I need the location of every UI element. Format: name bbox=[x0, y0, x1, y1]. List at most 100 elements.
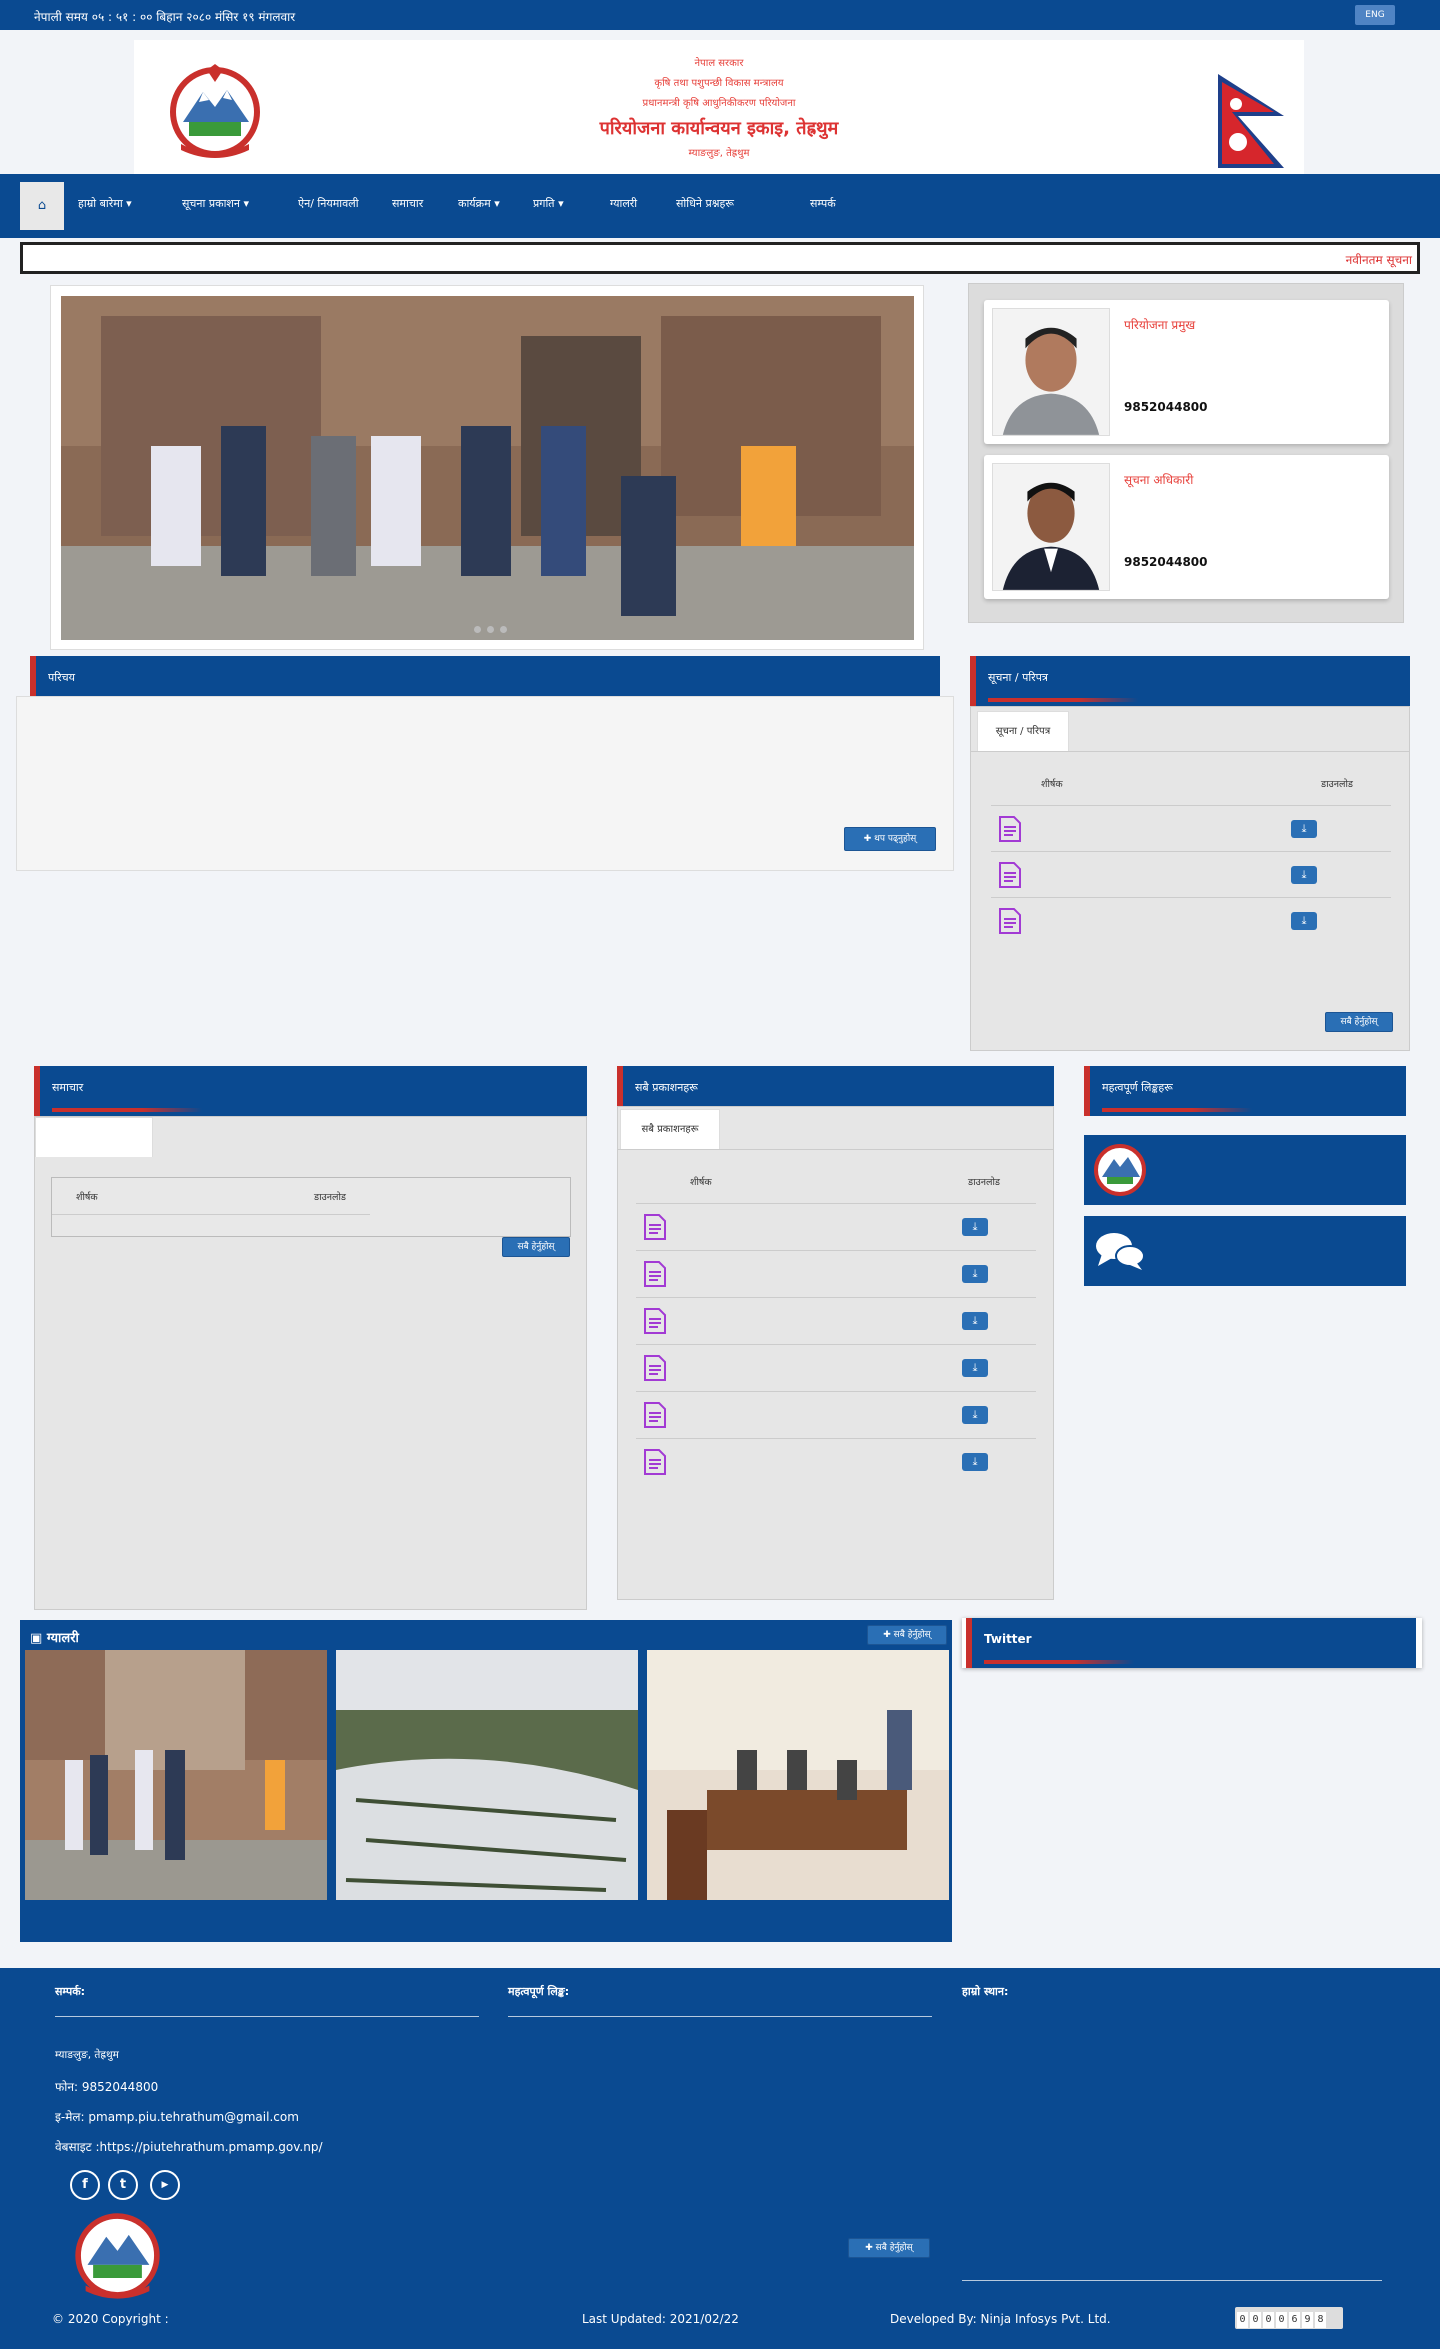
gallery-photo[interactable] bbox=[25, 1650, 327, 1900]
news-tab[interactable] bbox=[35, 1117, 153, 1157]
download-button[interactable]: ⤓ bbox=[962, 1265, 988, 1283]
news-panel: शीर्षक डाउनलोड सबै हेर्नुहोस् bbox=[34, 1116, 587, 1610]
home-icon: ⌂ bbox=[37, 198, 47, 213]
tab-publications[interactable]: सबै प्रकाशनहरू bbox=[620, 1109, 720, 1149]
news-ticker: नवीनतम सूचना bbox=[20, 242, 1420, 274]
download-button[interactable]: ⤓ bbox=[962, 1453, 988, 1471]
heading-underline bbox=[988, 698, 1138, 702]
link-card[interactable] bbox=[1084, 1216, 1406, 1286]
nav-news[interactable]: समाचार bbox=[392, 196, 423, 211]
notice-view-all-button[interactable]: सबै हेर्नुहोस् bbox=[1325, 1012, 1393, 1032]
table-row: ⤓ bbox=[636, 1203, 1036, 1249]
about-heading: परिचय bbox=[30, 656, 940, 696]
news-view-all-button[interactable]: सबै हेर्नुहोस् bbox=[502, 1237, 570, 1257]
facebook-icon[interactable]: f bbox=[70, 2170, 100, 2200]
table-row: ⤓ bbox=[636, 1344, 1036, 1390]
nav-programs[interactable]: कार्यक्रम ▾ bbox=[458, 196, 500, 211]
twitter-heading: Twitter bbox=[966, 1618, 1416, 1668]
language-toggle-button[interactable]: ENG bbox=[1355, 5, 1395, 25]
document-icon bbox=[644, 1402, 666, 1428]
publications-table: ⤓ ⤓ ⤓ ⤓ ⤓ ⤓ bbox=[636, 1203, 1036, 1493]
footer-phone: फोन: 9852044800 bbox=[55, 2080, 159, 2094]
table-row: ⤓ bbox=[636, 1438, 1036, 1484]
footer-divider bbox=[962, 2280, 1382, 2281]
footer-address: म्याङलुङ, तेह्रथुम bbox=[55, 2049, 119, 2061]
gallery-photo[interactable] bbox=[647, 1650, 949, 1900]
download-button[interactable]: ⤓ bbox=[1291, 866, 1317, 884]
download-button[interactable]: ⤓ bbox=[962, 1359, 988, 1377]
home-button[interactable]: ⌂ bbox=[20, 182, 64, 230]
gallery-photo[interactable] bbox=[336, 1650, 638, 1900]
notice-table: ⤓ ⤓ ⤓ bbox=[991, 805, 1391, 945]
notice-heading-text: सूचना / परिपत्र bbox=[988, 671, 1048, 684]
gallery-heading: ▣ ग्यालरी bbox=[30, 1631, 79, 1646]
official-role: परियोजना प्रमुख bbox=[1124, 318, 1196, 332]
links-heading: महत्वपूर्ण लिङ्कहरू bbox=[1084, 1066, 1406, 1116]
youtube-icon[interactable]: ▶ bbox=[150, 2170, 180, 2200]
nav-progress[interactable]: प्रगति ▾ bbox=[533, 196, 564, 211]
tab-divider bbox=[971, 751, 1409, 752]
official-role: सूचना अधिकारी bbox=[1124, 473, 1194, 487]
nav-info[interactable]: सूचना प्रकाशन ▾ bbox=[182, 196, 249, 211]
header-text: नेपाल सरकार कृषि तथा पशुपन्छी विकास मन्त… bbox=[134, 54, 1304, 164]
table-row: ⤓ bbox=[991, 897, 1391, 943]
about-section: ✚ थप पढ्नुहोस् bbox=[16, 696, 954, 871]
download-button[interactable]: ⤓ bbox=[962, 1406, 988, 1424]
gallery-view-all-button[interactable]: ✚ सबै हेर्नुहोस् bbox=[867, 1625, 947, 1645]
slider-dot[interactable] bbox=[487, 626, 494, 633]
official-phone: 9852044800 bbox=[1124, 555, 1208, 569]
links-heading-text: महत्वपूर्ण लिङ्कहरू bbox=[1102, 1081, 1173, 1094]
nav-contact[interactable]: सम्पर्क bbox=[810, 196, 836, 211]
download-button[interactable]: ⤓ bbox=[1291, 912, 1317, 930]
document-icon bbox=[644, 1308, 666, 1334]
ticker-text[interactable]: नवीनतम सूचना bbox=[1346, 251, 1412, 268]
counter-digit: 9 bbox=[1302, 2312, 1313, 2328]
slider-photo[interactable] bbox=[61, 296, 914, 640]
nav-faq[interactable]: सोधिने प्रश्नहरू bbox=[676, 196, 734, 211]
footer-email[interactable]: इ-मेल: pmamp.piu.tehrathum@gmail.com bbox=[55, 2108, 299, 2125]
footer-map-heading: हाम्रो स्थान: bbox=[962, 1985, 1009, 1998]
table-divider bbox=[52, 1214, 370, 1215]
site-header: नेपाल सरकार कृषि तथा पशुपन्छी विकास मन्त… bbox=[134, 40, 1304, 174]
slider-dots bbox=[471, 618, 510, 637]
header-line-3: प्रधानमन्त्री कृषि आधुनिकीकरण परियोजना bbox=[642, 98, 796, 109]
news-table: शीर्षक डाउनलोड bbox=[51, 1177, 571, 1237]
official-card: परियोजना प्रमुख 9852044800 bbox=[984, 300, 1389, 444]
table-row: ⤓ bbox=[991, 851, 1391, 897]
tab-notice[interactable]: सूचना / परिपत्र bbox=[977, 711, 1069, 751]
official-photo bbox=[992, 463, 1110, 591]
footer-developer[interactable]: Developed By: Ninja Infosys Pvt. Ltd. bbox=[890, 2312, 1111, 2326]
nav-about[interactable]: हाम्रो बारेमा ▾ bbox=[78, 196, 132, 211]
slider-dot[interactable] bbox=[474, 626, 481, 633]
table-row: ⤓ bbox=[636, 1297, 1036, 1343]
officials-panel: परियोजना प्रमुख 9852044800 सूचना अधिकारी… bbox=[968, 283, 1404, 623]
nav-acts[interactable]: ऐन/ नियमावली bbox=[298, 196, 359, 211]
publications-panel: सबै प्रकाशनहरू शीर्षक डाउनलोड ⤓ ⤓ ⤓ ⤓ ⤓ bbox=[617, 1106, 1054, 1600]
col-title: शीर्षक bbox=[1041, 779, 1063, 790]
footer-emblem-icon bbox=[75, 2213, 160, 2299]
about-readmore-button[interactable]: ✚ थप पढ्नुहोस् bbox=[844, 827, 936, 851]
counter-digit: 8 bbox=[1315, 2312, 1326, 2328]
col-download: डाउनलोड bbox=[314, 1192, 347, 1203]
nav-gallery[interactable]: ग्यालरी bbox=[610, 196, 637, 211]
link-card[interactable] bbox=[1084, 1135, 1406, 1205]
slider-dot[interactable] bbox=[500, 626, 507, 633]
footer-links-heading: महत्वपूर्ण लिङ्क: bbox=[508, 1985, 570, 1998]
header-line-2: कृषि तथा पशुपन्छी विकास मन्त्रालय bbox=[654, 78, 784, 89]
site-footer: सम्पर्क: म्याङलुङ, तेह्रथुम फोन: 9852044… bbox=[0, 1968, 1440, 2349]
heading-underline bbox=[52, 1108, 202, 1112]
heading-underline bbox=[1102, 1108, 1252, 1112]
footer-links-view-all-button[interactable]: ✚ सबै हेर्नुहोस् bbox=[848, 2238, 930, 2258]
footer-divider bbox=[508, 2016, 932, 2017]
download-button[interactable]: ⤓ bbox=[962, 1218, 988, 1236]
footer-website[interactable]: वेबसाइट :https://piutehrathum.pmamp.gov.… bbox=[55, 2138, 323, 2155]
document-icon bbox=[644, 1355, 666, 1381]
twitter-icon[interactable]: t bbox=[108, 2170, 138, 2200]
document-icon bbox=[999, 816, 1021, 842]
download-icon: ⤓ bbox=[972, 1361, 978, 1374]
download-button[interactable]: ⤓ bbox=[962, 1312, 988, 1330]
document-icon bbox=[999, 908, 1021, 934]
download-icon: ⤓ bbox=[1301, 868, 1307, 881]
download-icon: ⤓ bbox=[972, 1267, 978, 1280]
download-button[interactable]: ⤓ bbox=[1291, 820, 1317, 838]
